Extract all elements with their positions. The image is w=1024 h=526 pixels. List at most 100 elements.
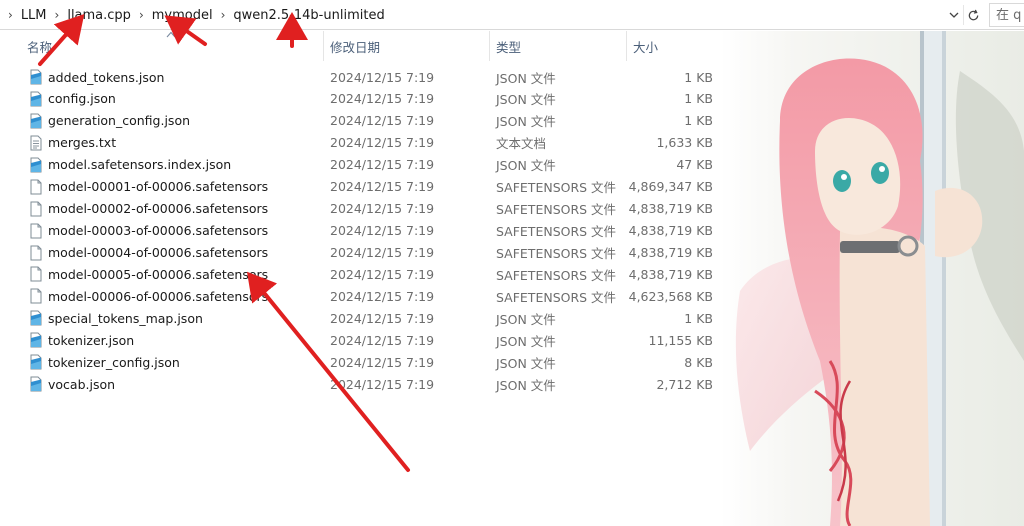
breadcrumb-item-current-folder[interactable]: qwen2.5-14b-unlimited — [231, 8, 386, 23]
chevron-right-icon[interactable]: › — [133, 8, 150, 22]
file-name: model-00003-of-00006.safetensors — [48, 223, 269, 239]
file-size: 4,838,719 KB — [628, 266, 713, 282]
address-bar: › LLM › llama.cpp › mymodel › qwen2.5-14… — [0, 0, 1024, 30]
file-row[interactable]: model-00002-of-00006.safetensors 2024/12/… — [0, 198, 722, 220]
file-name-cell[interactable]: tokenizer_config.json — [28, 351, 324, 373]
file-type: SAFETENSORS 文件 — [496, 246, 617, 261]
file-row[interactable]: special_tokens_map.json 2024/12/15 7:19 JS… — [0, 307, 722, 329]
blank-file-icon — [28, 245, 44, 261]
chevron-down-icon[interactable] — [945, 5, 963, 25]
chevron-right-icon: › — [8, 8, 13, 22]
file-date: 2024/12/15 7:19 — [330, 91, 435, 107]
breadcrumb-item-llama-cpp[interactable]: llama.cpp — [65, 8, 133, 23]
file-row[interactable]: model-00006-of-00006.safetensors 2024/12/… — [0, 285, 722, 307]
file-name-cell[interactable]: config.json — [28, 88, 324, 110]
file-row[interactable]: generation_config.json 2024/12/15 7:19 JSO… — [0, 110, 722, 132]
file-name: added_tokens.json — [48, 69, 165, 85]
file-name-cell[interactable]: generation_config.json — [28, 110, 324, 132]
column-header: 名称 修改日期 类型 大小 — [0, 31, 722, 61]
file-name: model-00004-of-00006.safetensors — [48, 245, 269, 260]
column-header-name[interactable]: 名称 — [21, 31, 324, 61]
breadcrumb: › LLM › llama.cpp › mymodel › qwen2.5-14… — [0, 0, 945, 30]
json-file-icon — [28, 310, 44, 326]
json-file-icon — [28, 376, 44, 392]
file-name-cell[interactable]: model-00004-of-00006.safetensors — [28, 242, 324, 264]
file-row[interactable]: model-00004-of-00006.safetensors 2024/12/… — [0, 242, 722, 264]
file-date: 2024/12/15 7:19 — [330, 288, 435, 304]
file-row[interactable]: model-00005-of-00006.safetensors 2024/12/… — [0, 263, 722, 285]
file-row[interactable]: vocab.json 2024/12/15 7:19 JSON 文件 2,712 KB — [0, 373, 722, 395]
blank-file-icon — [28, 223, 44, 239]
file-name-cell[interactable]: model.safetensors.index.json — [28, 154, 324, 176]
breadcrumb-item-mymodel[interactable]: mymodel — [150, 8, 215, 23]
file-row[interactable]: tokenizer_config.json 2024/12/15 7:19 JSON… — [0, 351, 722, 373]
file-type: SAFETENSORS 文件 — [496, 202, 617, 218]
file-date: 2024/12/15 7:19 — [330, 69, 435, 85]
background-illustration — [720, 31, 1024, 526]
file-row[interactable]: model-00001-of-00006.safetensors 2024/12/… — [0, 176, 722, 198]
file-date: 2024/12/15 7:19 — [330, 245, 435, 260]
file-row[interactable]: tokenizer.json 2024/12/15 7:19 JSON 文件 11,1… — [0, 329, 722, 351]
file-size: 4,838,719 KB — [628, 201, 713, 217]
file-date: 2024/12/15 7:19 — [330, 179, 435, 195]
file-type: SAFETENSORS 文件 — [496, 267, 617, 283]
file-date: 2024/12/15 7:19 — [330, 201, 435, 217]
file-name-cell[interactable]: tokenizer.json — [28, 329, 324, 351]
search-box[interactable] — [989, 3, 1024, 27]
json-file-icon — [28, 69, 44, 85]
json-file-icon — [28, 91, 44, 107]
file-name-cell[interactable]: merges.txt — [28, 132, 324, 154]
file-row[interactable]: merges.txt 2024/12/15 7:19 文本文档 1,633 KB — [0, 132, 722, 154]
file-name: tokenizer.json — [48, 332, 135, 348]
file-date: 2024/12/15 7:19 — [330, 354, 435, 370]
file-name-cell[interactable]: model-00001-of-00006.safetensors — [28, 176, 324, 198]
column-header-date[interactable]: 修改日期 — [324, 31, 490, 61]
file-size: 1 KB — [684, 69, 713, 85]
file-name: tokenizer_config.json — [48, 354, 180, 370]
blank-file-icon — [28, 266, 44, 282]
file-size: 11,155 KB — [648, 332, 713, 348]
file-name: config.json — [48, 91, 116, 107]
file-name-cell[interactable]: special_tokens_map.json — [28, 307, 324, 329]
file-size: 4,623,568 KB — [628, 288, 713, 304]
file-size: 4,869,347 KB — [628, 179, 713, 195]
file-name-cell[interactable]: model-00002-of-00006.safetensors — [28, 198, 324, 220]
file-date: 2024/12/15 7:19 — [330, 310, 435, 326]
refresh-icon[interactable] — [963, 5, 983, 25]
file-name: model-00001-of-00006.safetensors — [48, 179, 269, 195]
file-name-cell[interactable]: model-00005-of-00006.safetensors — [28, 263, 324, 285]
column-header-type[interactable]: 类型 — [490, 31, 627, 61]
file-size: 47 KB — [676, 157, 713, 173]
file-date: 2024/12/15 7:19 — [330, 223, 435, 239]
file-type: JSON 文件 — [496, 333, 556, 349]
column-header-size[interactable]: 大小 — [627, 31, 722, 61]
file-size: 2,712 KB — [656, 376, 713, 392]
file-size: 8 KB — [684, 354, 713, 370]
file-type: JSON 文件 — [496, 355, 556, 371]
breadcrumb-item-llm[interactable]: LLM — [19, 8, 49, 23]
file-name-cell[interactable]: vocab.json — [28, 373, 324, 395]
text-file-icon — [28, 135, 44, 151]
file-type: JSON 文件 — [496, 158, 556, 174]
file-list: added_tokens.json 2024/12/15 7:19 JSON 文件 1… — [0, 66, 722, 395]
file-name-cell[interactable]: model-00006-of-00006.safetensors — [28, 285, 324, 307]
json-file-icon — [28, 157, 44, 173]
file-size: 4,838,719 KB — [628, 223, 713, 239]
file-type: SAFETENSORS 文件 — [496, 180, 617, 196]
blank-file-icon — [28, 179, 44, 195]
file-row[interactable]: added_tokens.json 2024/12/15 7:19 JSON 文件 1… — [0, 66, 722, 88]
file-row[interactable]: model-00003-of-00006.safetensors 2024/12/… — [0, 220, 722, 242]
chevron-right-icon[interactable]: › — [49, 8, 66, 22]
file-size: 1,633 KB — [656, 135, 713, 151]
file-name: vocab.json — [48, 376, 116, 392]
json-file-icon — [28, 332, 44, 348]
file-row[interactable]: model.safetensors.index.json 2024/12/15 7… — [0, 154, 722, 176]
file-name: model-00002-of-00006.safetensors — [48, 201, 269, 217]
file-size: 4,838,719 KB — [628, 245, 713, 260]
file-row[interactable]: config.json 2024/12/15 7:19 JSON 文件 1 KB — [0, 88, 722, 110]
chevron-right-icon[interactable]: › — [215, 8, 232, 22]
file-name-cell[interactable]: model-00003-of-00006.safetensors — [28, 220, 324, 242]
file-type: JSON 文件 — [496, 92, 556, 108]
file-name-cell[interactable]: added_tokens.json — [28, 66, 324, 88]
search-input[interactable] — [996, 7, 1024, 23]
